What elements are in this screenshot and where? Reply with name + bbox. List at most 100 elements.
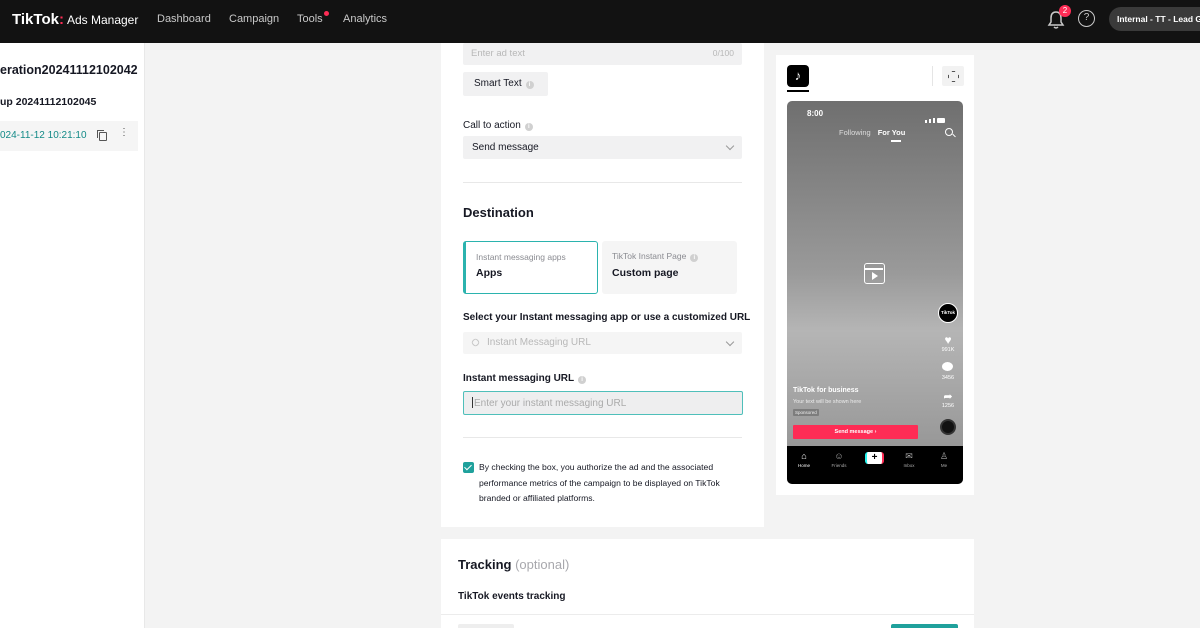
- nav-campaign[interactable]: Campaign: [229, 13, 279, 25]
- tiktok-logo-icon[interactable]: ♪: [787, 65, 809, 87]
- ad-text-input[interactable]: Enter ad text 0/100: [463, 43, 742, 65]
- profile-icon: ♙: [939, 451, 949, 461]
- ad-preview-panel: ♪ 8:00 Following For You TikTok ♥ 991K 34…: [776, 55, 974, 495]
- heart-icon: ♥: [944, 333, 952, 347]
- info-icon: i: [578, 376, 587, 384]
- tiktok-ads-logo[interactable]: TikTok: Ads Manager: [12, 11, 138, 28]
- im-url-placeholder: Enter your instant messaging URL: [474, 398, 627, 409]
- friends-icon: ☺: [834, 451, 844, 461]
- consent-checkbox[interactable]: [463, 462, 474, 473]
- ad-creative-form: Enter ad text 0/100 Smart Text i Call to …: [441, 43, 764, 527]
- nav-me: ♙ Me: [930, 446, 958, 468]
- top-bar: TikTok: Ads Manager Dashboard Campaign To…: [0, 0, 1200, 43]
- video-placeholder-icon: [864, 263, 885, 284]
- placement-tab-underline: [787, 90, 809, 92]
- call-to-action-select[interactable]: Send message: [463, 136, 742, 159]
- nav-home: ⌂ Home: [790, 446, 818, 468]
- ad-caption: Your text will be shown here: [793, 399, 862, 405]
- destination-option-apps[interactable]: Instant messaging apps Apps: [463, 241, 598, 294]
- info-icon: i: [524, 123, 533, 131]
- tools-notification-dot: [323, 11, 329, 16]
- im-url-input[interactable]: Enter your instant messaging URL: [463, 391, 743, 415]
- tiktok-events-tracking-label: TikTok events tracking: [458, 591, 566, 602]
- account-switcher[interactable]: Internal - TT - Lead Gen: [1109, 7, 1200, 31]
- nav-friends: ☺ Friends: [825, 446, 853, 468]
- music-disc-icon: [940, 419, 956, 435]
- nav-analytics[interactable]: Analytics: [343, 13, 387, 25]
- phone-time: 8:00: [807, 109, 824, 118]
- nav-home-label: Home: [797, 463, 810, 468]
- im-url-label-text: Instant messaging URL: [463, 373, 575, 384]
- logo-text: TikTok: [12, 11, 59, 28]
- link-icon: [470, 337, 481, 348]
- tracking-primary-button[interactable]: [891, 624, 958, 628]
- tracking-secondary-button[interactable]: [458, 624, 514, 628]
- tracking-optional-label: (optional): [515, 557, 570, 572]
- phone-status-icons: [923, 110, 949, 123]
- info-icon: i: [690, 254, 699, 262]
- share-count: 1256: [941, 403, 955, 409]
- sponsored-badge: Sponsored: [793, 409, 819, 416]
- tracking-divider: [441, 614, 974, 615]
- sidebar-ad-name: 024-11-12 10:21:10: [0, 130, 87, 141]
- ad-author: TikTok for business: [793, 387, 859, 394]
- copy-icon[interactable]: [97, 130, 107, 141]
- nav-tools[interactable]: Tools: [297, 11, 329, 25]
- info-icon: i: [525, 81, 534, 89]
- search-icon: [945, 128, 953, 136]
- nav-me-label: Me: [940, 463, 948, 468]
- section-divider: [463, 182, 742, 183]
- im-app-select-label: Select your Instant messaging app or use…: [463, 312, 751, 323]
- logo-separator: :: [58, 11, 64, 28]
- cta-label-text: Call to action: [463, 120, 521, 131]
- comment-count: 3456: [941, 375, 955, 381]
- notification-badge: 2: [1059, 5, 1071, 17]
- consent-text: By checking the box, you authorize the a…: [479, 462, 720, 503]
- text-cursor: [472, 397, 473, 408]
- nav-friends-label: Friends: [831, 463, 847, 468]
- tab-following: Following: [839, 128, 871, 137]
- im-url-label: Instant messaging URL i: [463, 373, 587, 384]
- phone-bottom-nav: ⌂ Home ☺ Friends + ✉ Inbox ♙ Me: [787, 446, 963, 484]
- im-app-select[interactable]: Instant Messaging URL: [463, 332, 742, 354]
- comment-icon: [942, 362, 953, 371]
- nav-inbox-label: Inbox: [903, 463, 915, 468]
- nav-dashboard[interactable]: Dashboard: [157, 13, 211, 25]
- home-icon: ⌂: [801, 451, 807, 461]
- sidebar-ad-item[interactable]: 024-11-12 10:21:10 ⋮: [0, 121, 138, 151]
- fullscreen-icon[interactable]: [942, 66, 964, 86]
- tracking-section: Tracking (optional) TikTok events tracki…: [441, 539, 974, 628]
- feed-tabs: Following For You: [839, 128, 905, 137]
- section-divider: [463, 437, 742, 438]
- help-icon[interactable]: ?: [1078, 10, 1095, 27]
- chevron-down-icon: [725, 337, 735, 347]
- smart-text-label: Smart Text: [474, 78, 522, 89]
- sidebar-campaign-name[interactable]: eration20241112102042: [0, 63, 138, 77]
- preview-cta-button: Send message ›: [793, 425, 918, 439]
- cta-selected-value: Send message: [472, 142, 539, 153]
- like-count: 991K: [941, 347, 955, 353]
- tracking-title-text: Tracking: [458, 557, 512, 572]
- more-options-icon[interactable]: ⋮: [119, 127, 129, 138]
- destination-option-custom-page[interactable]: TikTok Instant Page i Custom page: [602, 241, 737, 294]
- call-to-action-label: Call to action i: [463, 120, 533, 131]
- destination-option-sub: TikTok Instant Page: [612, 251, 687, 261]
- destination-title: Destination: [463, 205, 534, 220]
- nav-tools-label: Tools: [297, 13, 323, 25]
- smart-text-button[interactable]: Smart Text i: [463, 72, 548, 96]
- im-app-placeholder: Instant Messaging URL: [487, 337, 591, 348]
- sidebar-adgroup-name[interactable]: up 20241112102045: [0, 96, 96, 108]
- tracking-title: Tracking (optional): [458, 557, 569, 572]
- ad-text-char-count: 0/100: [712, 48, 734, 58]
- ad-text-placeholder: Enter ad text: [471, 48, 525, 59]
- phone-preview: 8:00 Following For You TikTok ♥ 991K 3456…: [787, 101, 963, 484]
- tab-for-you: For You: [877, 128, 906, 137]
- nav-inbox: ✉ Inbox: [895, 446, 923, 468]
- inbox-icon: ✉: [905, 451, 913, 461]
- create-plus-icon: +: [865, 452, 884, 464]
- for-you-underline: [891, 140, 901, 142]
- destination-option-main: Custom page: [612, 267, 679, 279]
- destination-option-main: Apps: [476, 267, 503, 279]
- logo-subtitle: Ads Manager: [66, 13, 139, 27]
- chevron-down-icon: [725, 141, 735, 151]
